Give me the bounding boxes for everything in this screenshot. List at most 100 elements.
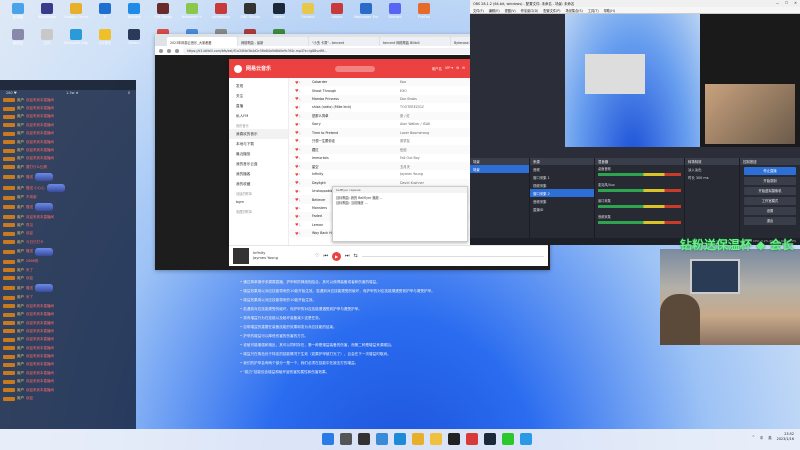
obs-control-button[interactable]: 停止直播 [744, 167, 796, 175]
music-search-input[interactable] [335, 65, 376, 72]
sidebar-item[interactable]: 我的收藏 [229, 179, 288, 189]
browser-tab[interactable]: "小虫 卡洞" - tencent [309, 37, 379, 46]
obs-control-button[interactable]: 设置 [744, 207, 796, 215]
desktop-shortcut[interactable]: FolderA [296, 3, 320, 19]
album-cover[interactable] [233, 248, 249, 264]
refresh-icon[interactable] [175, 48, 179, 53]
download-icon[interactable]: ⤓ [299, 89, 304, 93]
song-row[interactable]: ♥ ⤓ 只想一生跟你走 张学友 [289, 137, 470, 145]
source-item[interactable]: 窗口采集 1 [530, 173, 594, 181]
widgets-taskbar-icon[interactable] [376, 433, 388, 445]
mail-icon[interactable]: ✉ [462, 66, 465, 71]
download-icon[interactable]: ⤓ [299, 189, 304, 193]
download-icon[interactable]: ⤓ [299, 122, 304, 126]
source-item[interactable]: 窗口采集 2 [530, 189, 594, 197]
sidebar-item[interactable]: 私人FM [229, 111, 288, 121]
steam-taskbar-icon[interactable] [484, 433, 496, 445]
search-taskbar-icon[interactable] [340, 433, 352, 445]
tray-overflow-icon[interactable]: ^ [752, 435, 755, 439]
download-icon[interactable]: ⤓ [299, 80, 304, 84]
edge-taskbar-icon[interactable] [394, 433, 406, 445]
browser-tab[interactable]: tencent 网络歌曲 Bilibili [380, 37, 450, 46]
song-row[interactable]: ♥ ⤓ 星空 五月天 [289, 161, 470, 171]
sidebar-item[interactable]: 最近播放 [229, 149, 288, 159]
back-icon[interactable] [159, 48, 163, 53]
download-icon[interactable]: ⤓ [299, 172, 304, 176]
desktop-shortcut[interactable]: streamers [209, 3, 233, 19]
obs-control-button[interactable]: 工作室模式 [744, 197, 796, 205]
start-taskbar-icon[interactable] [322, 433, 334, 445]
music-username[interactable]: 用户名 [432, 66, 442, 71]
download-icon[interactable]: ⤓ [299, 164, 304, 168]
minimize-icon[interactable]: — [776, 1, 779, 6]
desktop-shortcut[interactable]: 回收站 [6, 29, 30, 45]
clock[interactable]: 23:52 2023/1/16 [777, 432, 794, 442]
song-row[interactable]: ♥ ⤓ Time to Pretend Lazer Boomerang [289, 128, 470, 137]
progress-track[interactable] [361, 255, 544, 257]
desktop-shortcut[interactable]: Discord [383, 3, 407, 19]
song-row[interactable]: ♥ ⤓ 是那么简单张 / 红 [289, 111, 470, 120]
song-row[interactable]: ♥ ⤓ Cobarder Koo [289, 78, 470, 87]
desktop-shortcut[interactable]: FireFox [412, 3, 436, 19]
volume-meter[interactable] [598, 173, 681, 176]
forward-icon[interactable] [167, 48, 171, 53]
sidebar-item[interactable]: 我的播客 [229, 169, 288, 179]
play-button[interactable]: ▶ [332, 251, 341, 261]
download-icon[interactable]: ⤓ [299, 97, 304, 101]
download-icon[interactable]: ⤓ [299, 181, 304, 185]
obs-menu-item[interactable]: 视图(V) [505, 8, 516, 13]
like-icon[interactable]: ♡ [315, 253, 319, 259]
song-row[interactable]: ♥ ⤓ Infinity Jaymes Young [289, 170, 470, 178]
download-icon[interactable]: ⤓ [299, 156, 304, 160]
sidebar-item[interactable]: 我喜欢的音乐 [229, 129, 288, 139]
desktop-shortcut[interactable]: Adobe [325, 3, 349, 19]
desktop-shortcut[interactable]: Microsoft Edge [64, 29, 88, 45]
download-icon[interactable]: ⤓ [299, 114, 304, 118]
download-icon[interactable]: ⤓ [299, 198, 304, 202]
previous-icon[interactable]: ⏮ [323, 253, 328, 259]
browser-tab[interactable]: 网络歌曲 - 最新 [238, 37, 308, 46]
song-row[interactable]: ♥ ⤓ Mamba Princess Doc Brabs [289, 94, 470, 104]
language-icon[interactable]: 英 [768, 435, 771, 440]
next-icon[interactable]: ⏭ [345, 253, 350, 259]
obs-menu-item[interactable]: 配置文件(P) [543, 8, 560, 13]
obs-taskbar-icon[interactable] [448, 433, 460, 445]
obs-control-button[interactable]: 退出 [744, 217, 796, 225]
wechat-taskbar-icon[interactable] [502, 433, 514, 445]
desktop-shortcut[interactable]: Wallpaper Engine [354, 3, 378, 19]
close-icon[interactable]: ✕ [794, 1, 797, 6]
obs-menu-item[interactable]: 帮助(H) [604, 8, 615, 13]
obs-menu-item[interactable]: 停靠窗口(D) [521, 8, 539, 13]
obs-menu-item[interactable]: 编辑(E) [489, 8, 500, 13]
song-row[interactable]: ♥ ⤓ Sorry Alan Walker / ISAK [289, 120, 470, 128]
shuffle-icon[interactable]: ⇆ [354, 253, 358, 259]
source-item[interactable]: 音频采集 [530, 197, 594, 205]
sidebar-item[interactable]: 本地与下载 [229, 139, 288, 149]
transition-duration[interactable]: 时长 300 ms [685, 173, 739, 181]
qq-taskbar-icon[interactable] [520, 433, 532, 445]
gear-icon[interactable]: ⚙ [456, 66, 459, 71]
desktop-shortcut[interactable]: OBS Studio [238, 3, 262, 19]
desktop-shortcut[interactable]: Google Chrome [64, 3, 88, 19]
song-row[interactable]: ♥ ⤓ Shoot Through EXO [289, 86, 470, 94]
taskview-taskbar-icon[interactable] [358, 433, 370, 445]
song-row[interactable]: ♥ ⤓ shiza (radio) (Mike kick) TOOTEREZ/GZ [289, 103, 470, 111]
download-icon[interactable]: ⤓ [299, 105, 304, 109]
desktop-shortcut[interactable]: FNF Radio [151, 3, 175, 19]
desktop-shortcut[interactable]: 文件 [35, 29, 59, 45]
sidebar-item[interactable]: bgm [229, 197, 288, 207]
desktop-shortcut[interactable]: Revolution [35, 3, 59, 19]
download-icon[interactable]: ⤓ [299, 147, 304, 151]
transition-select[interactable]: 淡入淡出 [685, 165, 739, 173]
source-item[interactable]: 音频 [530, 165, 594, 173]
source-item[interactable]: 视频采集 [530, 181, 594, 189]
music-taskbar-icon[interactable] [466, 433, 478, 445]
download-icon[interactable]: ⤓ [299, 214, 304, 218]
music-vip-badge[interactable]: VIP ▾ [445, 66, 453, 71]
sidebar-item[interactable]: 我的音乐云盘 [229, 159, 288, 169]
download-icon[interactable]: ⤓ [299, 131, 304, 135]
volume-meter[interactable] [598, 205, 681, 208]
download-icon[interactable]: ⤓ [299, 206, 304, 210]
desktop-shortcut[interactable]: Steam [122, 29, 146, 45]
maximize-icon[interactable]: ☐ [785, 1, 788, 6]
